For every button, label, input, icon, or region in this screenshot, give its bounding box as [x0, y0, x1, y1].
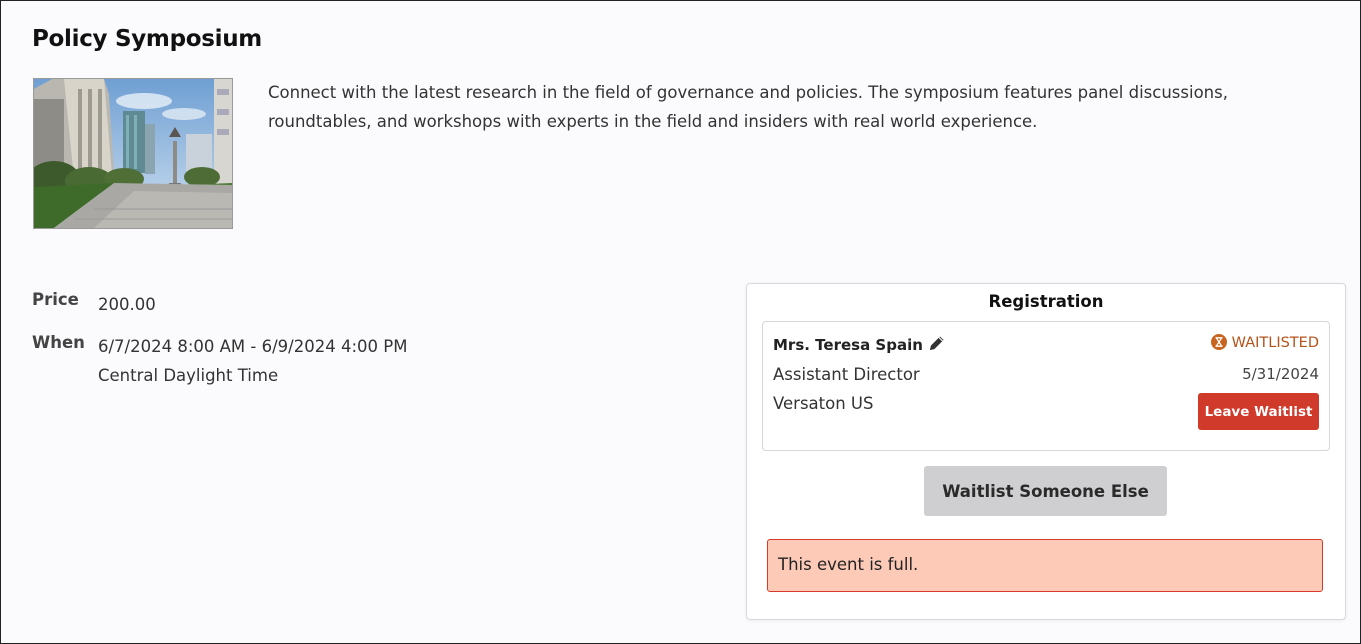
when-label: When: [32, 333, 85, 352]
page-title: Policy Symposium: [32, 26, 262, 52]
event-timezone: Central Daylight Time: [98, 366, 279, 385]
attendee-name: Mrs. Teresa Spain: [773, 336, 923, 354]
attendee-job-title: Assistant Director: [773, 365, 920, 384]
status-text: WAITLISTED: [1231, 335, 1319, 351]
waitlist-someone-else-button[interactable]: Waitlist Someone Else: [924, 466, 1167, 516]
pencil-icon[interactable]: [928, 334, 946, 356]
hourglass-icon: [1210, 334, 1227, 350]
event-page: Policy Symposium Connect with the latest…: [0, 0, 1361, 644]
attendee-name-row: Mrs. Teresa Spain: [773, 334, 946, 356]
event-date-range: 6/7/2024 8:00 AM - 6/9/2024 4:00 PM: [98, 337, 408, 356]
registration-panel: Registration Mrs. Teresa Spain Assistant…: [746, 283, 1346, 620]
event-description: Connect with the latest research in the …: [268, 83, 1228, 131]
status-badge: WAITLISTED: [1210, 334, 1319, 351]
leave-waitlist-button[interactable]: Leave Waitlist: [1198, 393, 1319, 430]
event-image: [33, 78, 233, 229]
event-full-alert: This event is full.: [767, 539, 1323, 592]
status-date: 5/31/2024: [1242, 365, 1319, 383]
registration-title: Registration: [988, 292, 1104, 311]
attendee-company: Versaton US: [773, 394, 874, 413]
attendee-card: Mrs. Teresa Spain Assistant Director Ver…: [762, 321, 1330, 451]
price-value: 200.00: [98, 295, 156, 314]
when-value: 6/7/2024 8:00 AM - 6/9/2024 4:00 PM Cent…: [98, 332, 498, 390]
price-label: Price: [32, 290, 79, 309]
